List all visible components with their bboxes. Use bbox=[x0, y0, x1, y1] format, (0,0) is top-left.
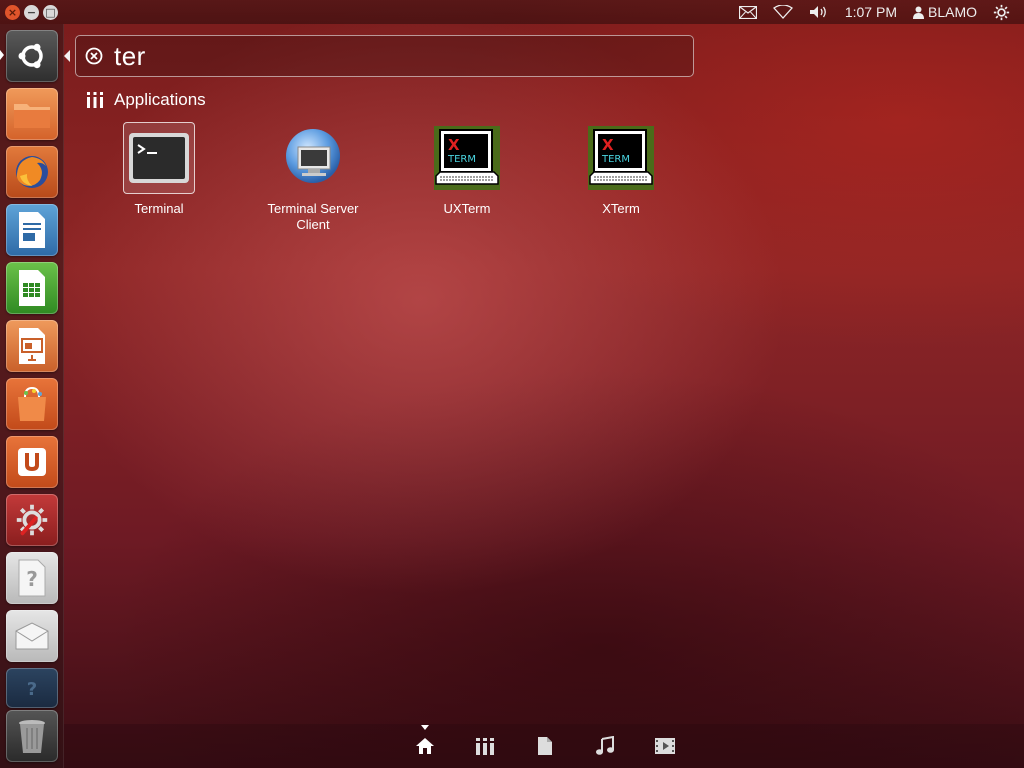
applications-lens-icon[interactable] bbox=[474, 735, 496, 757]
files-lens-icon[interactable] bbox=[534, 735, 556, 757]
active-indicator bbox=[0, 50, 4, 60]
video-lens-icon[interactable] bbox=[654, 735, 676, 757]
mail-icon[interactable] bbox=[731, 0, 765, 24]
search-query: ter bbox=[114, 40, 146, 71]
wifi-icon[interactable] bbox=[765, 0, 801, 24]
xterm-icon: X TERM bbox=[431, 122, 503, 194]
maximize-button[interactable]: □ bbox=[43, 4, 58, 20]
question-icon[interactable]: ? bbox=[6, 552, 58, 604]
calc-icon[interactable] bbox=[6, 262, 58, 314]
app-result-xterm[interactable]: X TERM XTerm bbox=[556, 122, 686, 217]
volume-icon[interactable] bbox=[801, 0, 837, 24]
app-result-terminal-server-client[interactable]: Terminal Server Client bbox=[248, 122, 378, 233]
writer-icon[interactable] bbox=[6, 204, 58, 256]
app-label: Terminal Server Client bbox=[267, 201, 359, 232]
clear-search-icon[interactable] bbox=[84, 46, 104, 66]
app-result-terminal[interactable]: Terminal bbox=[94, 122, 224, 217]
app-label: UXTerm bbox=[443, 201, 491, 216]
user-menu[interactable]: BLAMO bbox=[905, 0, 985, 24]
xterm-glyph: X bbox=[448, 136, 460, 154]
impress-icon[interactable] bbox=[6, 320, 58, 372]
indicator-area: 1:07 PM BLAMO bbox=[731, 0, 1024, 24]
terminal-icon bbox=[123, 122, 195, 194]
close-button[interactable]: × bbox=[5, 4, 20, 20]
ubuntu-one-icon[interactable] bbox=[6, 436, 58, 488]
xterm-word: TERM bbox=[447, 154, 476, 165]
app-label: Terminal bbox=[134, 201, 184, 216]
xterm-word: TERM bbox=[601, 154, 630, 165]
svg-text:?: ? bbox=[27, 679, 37, 700]
music-lens-icon[interactable] bbox=[594, 735, 616, 757]
user-icon bbox=[912, 6, 924, 19]
trash-icon[interactable] bbox=[6, 710, 58, 762]
ubuntu-logo-icon[interactable] bbox=[6, 30, 58, 82]
top-panel: × − □ 1:07 PM BLAMO bbox=[0, 0, 1024, 24]
window-controls: × − □ bbox=[0, 4, 58, 20]
category-header[interactable]: Applications bbox=[86, 90, 206, 110]
envelope-icon[interactable] bbox=[6, 610, 58, 662]
home-lens-icon[interactable] bbox=[414, 735, 436, 757]
search-input[interactable]: ter bbox=[75, 35, 694, 77]
applications-category-icon bbox=[87, 92, 103, 108]
gear-icon[interactable] bbox=[985, 0, 1018, 24]
launcher: ? ? bbox=[0, 24, 64, 768]
xterm-glyph: X bbox=[602, 136, 614, 154]
minimize-button[interactable]: − bbox=[24, 4, 39, 20]
clock[interactable]: 1:07 PM bbox=[837, 0, 905, 24]
software-center-icon[interactable] bbox=[6, 378, 58, 430]
question-icon[interactable]: ? bbox=[6, 668, 58, 708]
svg-text:?: ? bbox=[26, 567, 38, 591]
user-name: BLAMO bbox=[927, 4, 977, 20]
active-lens-indicator bbox=[421, 725, 429, 730]
app-label: XTerm bbox=[602, 201, 640, 216]
category-label: Applications bbox=[114, 90, 206, 109]
app-result-uxterm[interactable]: X TERM UXTerm bbox=[402, 122, 532, 217]
xterm-icon: X TERM bbox=[585, 122, 657, 194]
settings-icon[interactable] bbox=[6, 494, 58, 546]
folder-icon[interactable] bbox=[6, 88, 58, 140]
dash-pointer bbox=[64, 50, 70, 62]
firefox-icon[interactable] bbox=[6, 146, 58, 198]
remote-desktop-icon bbox=[277, 122, 349, 194]
